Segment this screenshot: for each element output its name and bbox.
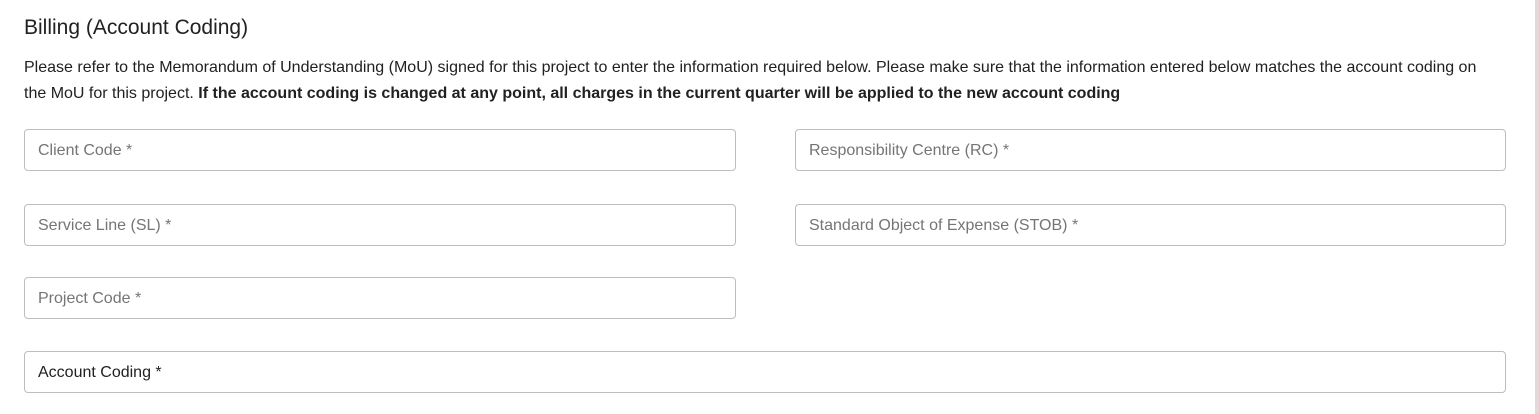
client-code-label: Client Code * bbox=[38, 142, 133, 159]
responsibility-centre-label: Responsibility Centre (RC) * bbox=[809, 142, 1010, 159]
client-code-field[interactable]: Client Code * bbox=[24, 129, 736, 171]
project-code-field[interactable]: Project Code * bbox=[24, 277, 736, 319]
responsibility-centre-field[interactable]: Responsibility Centre (RC) * bbox=[795, 129, 1506, 171]
account-coding-field[interactable]: Account Coding * bbox=[24, 351, 1506, 393]
scrollbar-edge bbox=[1535, 0, 1539, 414]
section-title: Billing (Account Coding) bbox=[24, 16, 249, 39]
billing-form-page: Billing (Account Coding) Please refer to… bbox=[0, 0, 1539, 414]
description-warning: If the account coding is changed at any … bbox=[198, 85, 1121, 102]
service-line-field[interactable]: Service Line (SL) * bbox=[24, 204, 736, 246]
service-line-label: Service Line (SL) * bbox=[38, 217, 172, 234]
project-code-label: Project Code * bbox=[38, 290, 142, 307]
section-description: Please refer to the Memorandum of Unders… bbox=[24, 55, 1489, 107]
account-coding-label: Account Coding * bbox=[38, 364, 162, 381]
stob-field[interactable]: Standard Object of Expense (STOB) * bbox=[795, 204, 1506, 246]
stob-label: Standard Object of Expense (STOB) * bbox=[809, 217, 1079, 234]
